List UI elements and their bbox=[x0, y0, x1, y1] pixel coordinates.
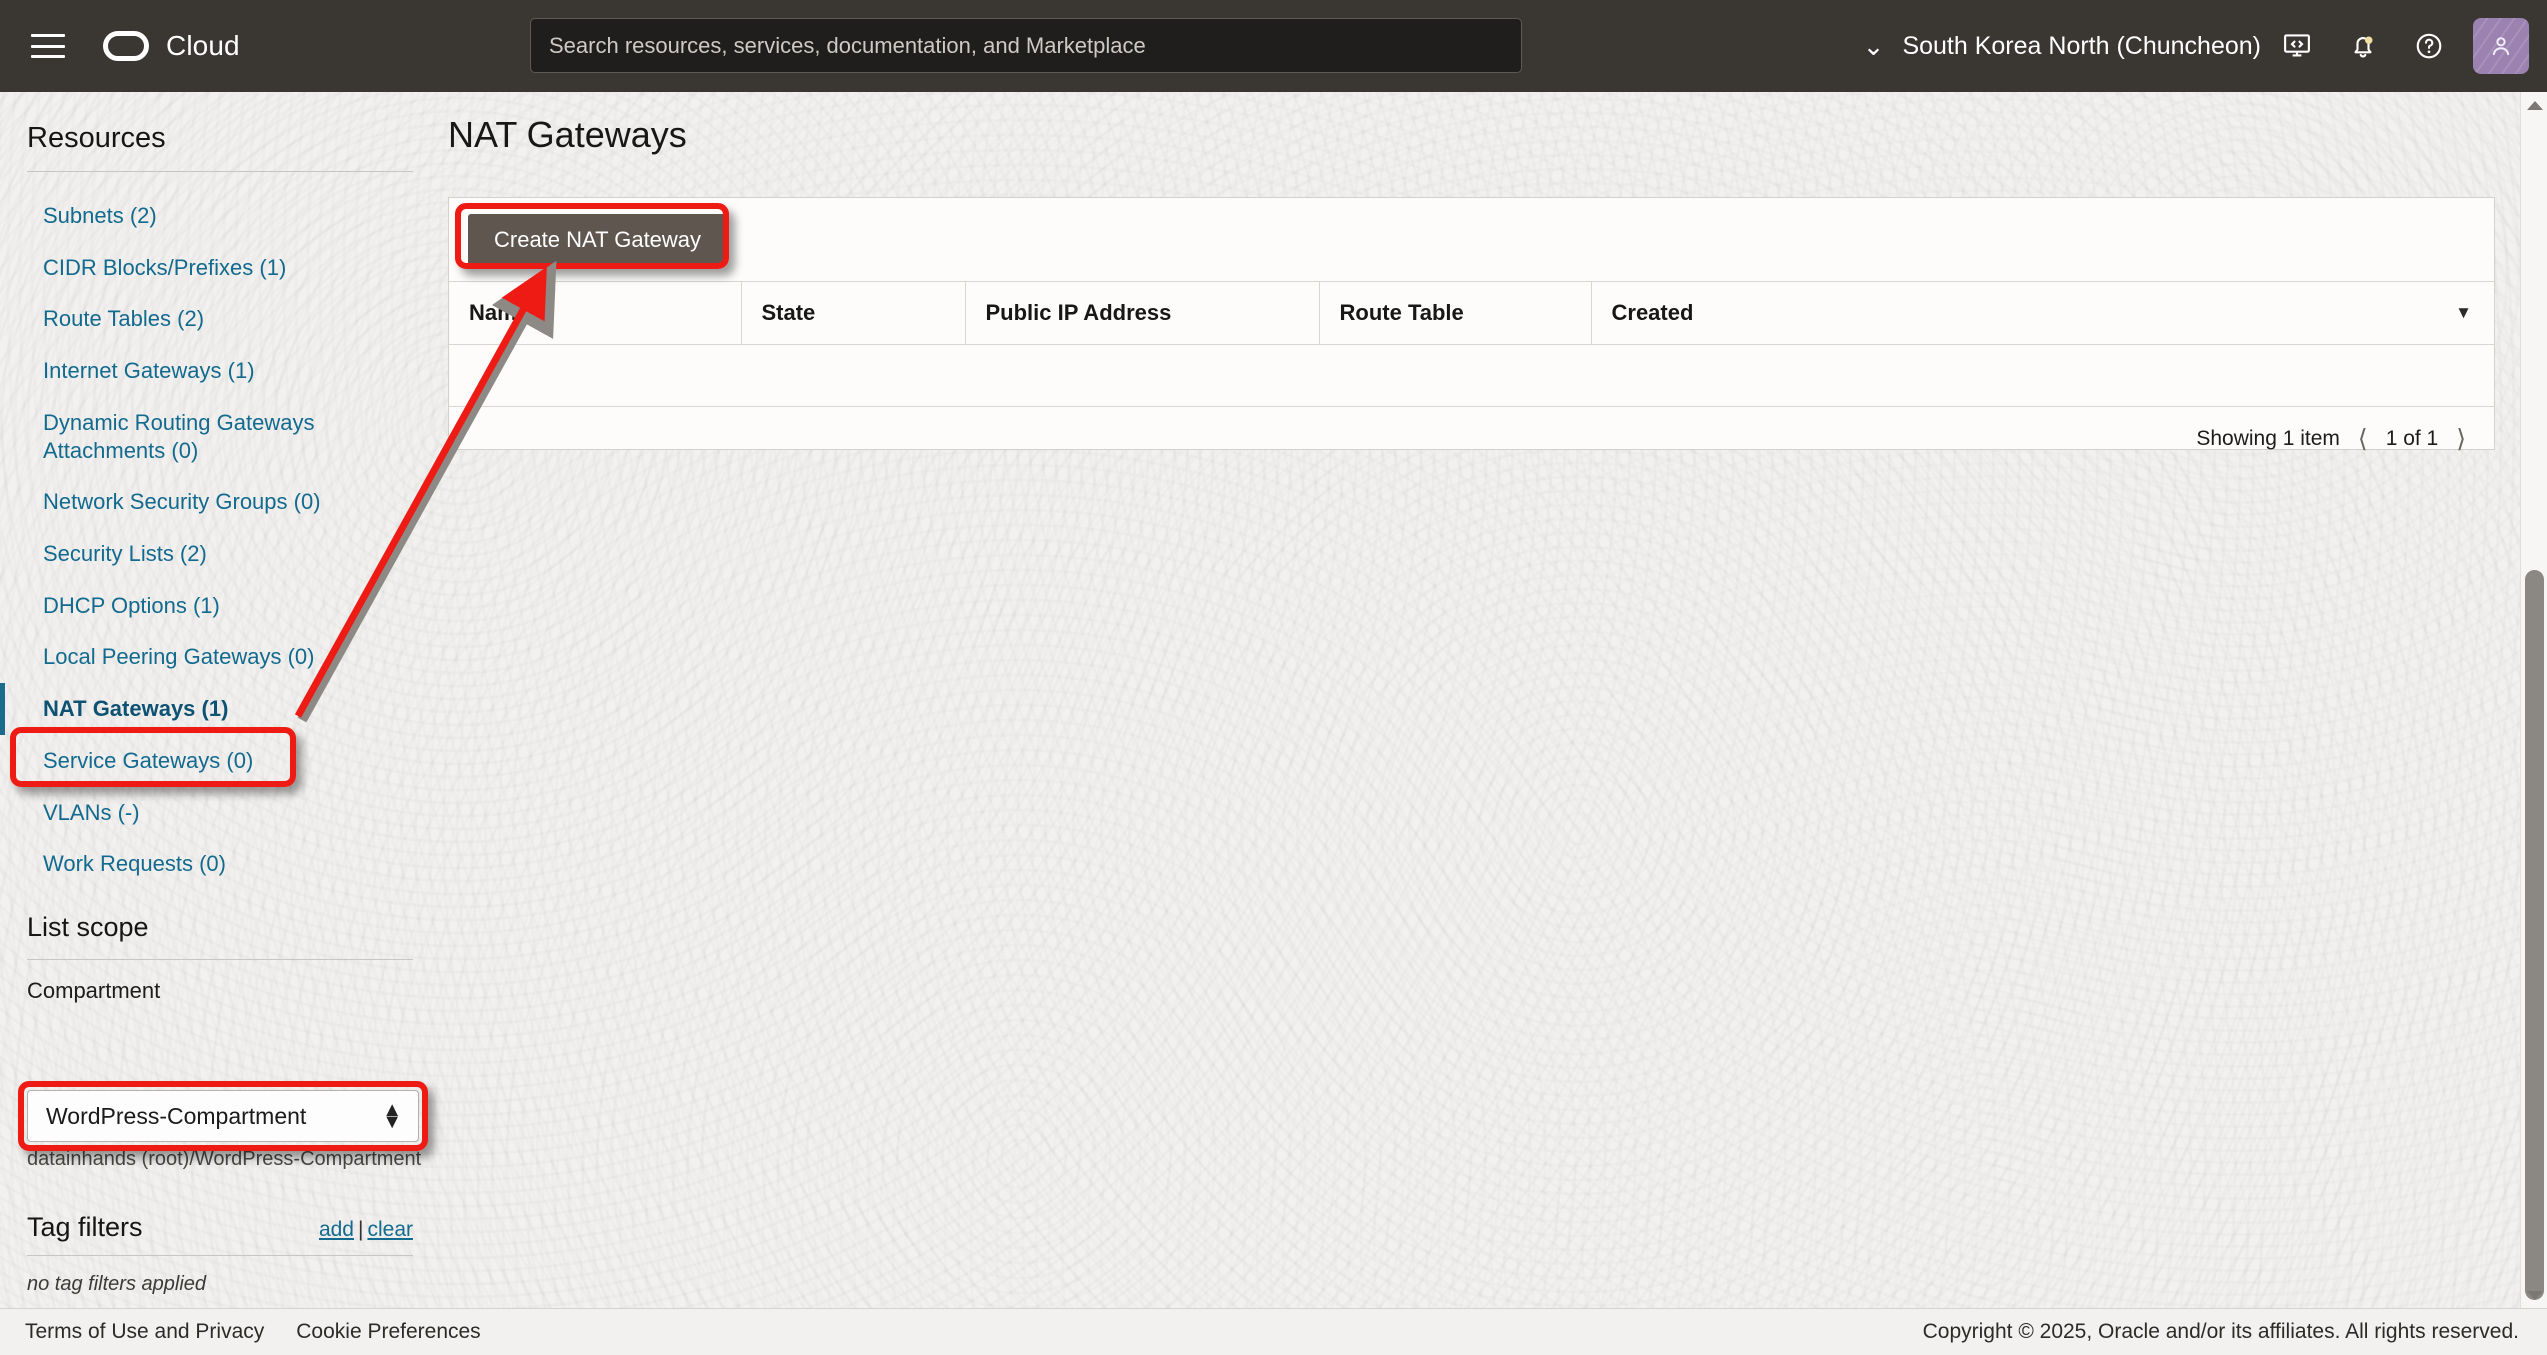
table-cell bbox=[449, 344, 741, 407]
hamburger-menu-icon[interactable] bbox=[31, 34, 65, 58]
sidebar-item-subnets-2[interactable]: Subnets (2) bbox=[0, 190, 440, 242]
list-scope-divider bbox=[27, 959, 413, 961]
cookie-preferences-link[interactable]: Cookie Preferences bbox=[296, 1320, 480, 1344]
table-cell bbox=[965, 344, 1319, 407]
page-footer: Terms of Use and Privacy Cookie Preferen… bbox=[0, 1308, 2547, 1355]
column-header-label: Name bbox=[469, 300, 529, 325]
scrollbar-thumb[interactable] bbox=[2525, 570, 2544, 1300]
nat-gateways-panel: Create NAT Gateway Name State Public IP Ad… bbox=[448, 197, 2495, 453]
oracle-logo-icon[interactable] bbox=[103, 31, 149, 61]
compartment-label: Compartment bbox=[27, 978, 161, 1004]
cloud-shell-icon[interactable] bbox=[2269, 0, 2325, 92]
column-header-route-table[interactable]: Route Table bbox=[1319, 281, 1592, 345]
pagination: Showing 1 item ⟨ 1 of 1 ⟩ bbox=[449, 407, 2494, 470]
sidebar-item-work-requests-0[interactable]: Work Requests (0) bbox=[0, 838, 440, 890]
column-header-state[interactable]: State bbox=[741, 281, 966, 345]
sidebar-divider bbox=[27, 171, 413, 172]
user-avatar-icon[interactable] bbox=[2473, 18, 2529, 74]
sidebar-item-route-tables-2[interactable]: Route Tables (2) bbox=[0, 293, 440, 345]
region-label: South Korea North (Chuncheon) bbox=[1902, 31, 2261, 60]
column-header-label: Route Table bbox=[1339, 300, 1464, 325]
column-header-name[interactable]: Name bbox=[449, 281, 742, 345]
list-scope-heading: List scope bbox=[27, 912, 149, 943]
chevron-right-icon[interactable]: ⟩ bbox=[2456, 424, 2466, 454]
resources-heading: Resources bbox=[27, 122, 166, 154]
triangle-up-icon[interactable] bbox=[2521, 92, 2547, 118]
panel-action-row: Create NAT Gateway bbox=[449, 198, 2494, 281]
resources-list: Subnets (2) CIDR Blocks/Prefixes (1) Route… bbox=[0, 190, 440, 890]
sidebar-item-dynamic-routing-gateways-attachments-0[interactable]: Dynamic Routing Gateways Attachments (0) bbox=[0, 397, 440, 476]
sidebar-item-service-gateways-0[interactable]: Service Gateways (0) bbox=[0, 735, 440, 787]
chevron-left-icon[interactable]: ⟨ bbox=[2358, 424, 2368, 454]
table-empty-row bbox=[449, 344, 2494, 407]
caret-down-icon[interactable]: ▼ bbox=[2455, 303, 2472, 323]
sidebar-item-dhcp-options-1[interactable]: DHCP Options (1) bbox=[0, 580, 440, 632]
help-circle-icon[interactable] bbox=[2401, 0, 2457, 92]
top-navigation-bar: Cloud Search resources, services, docume… bbox=[0, 0, 2547, 92]
search-placeholder: Search resources, services, documentatio… bbox=[549, 32, 1146, 58]
sidebar-item-cidr-blocks-prefixes-1[interactable]: CIDR Blocks/Prefixes (1) bbox=[0, 242, 440, 294]
column-header-created[interactable]: Created ▼ bbox=[1591, 281, 2494, 345]
left-sidebar: Resources Subnets (2) CIDR Blocks/Prefixe… bbox=[0, 92, 440, 1308]
triangle-down-icon[interactable] bbox=[2521, 1282, 2547, 1308]
sidebar-item-network-security-groups-0[interactable]: Network Security Groups (0) bbox=[0, 476, 440, 528]
column-header-label: Created bbox=[1611, 300, 1694, 325]
sidebar-item-internet-gateways-1[interactable]: Internet Gateways (1) bbox=[0, 345, 440, 397]
footer-links: Terms of Use and Privacy Cookie Preferen… bbox=[25, 1320, 481, 1344]
sidebar-item-vlans[interactable]: VLANs (-) bbox=[0, 787, 440, 839]
region-selector[interactable]: ⌄ South Korea North (Chuncheon) bbox=[1863, 0, 2261, 92]
copyright-text: Copyright © 2025, Oracle and/or its affi… bbox=[1922, 1320, 2519, 1343]
sidebar-item-local-peering-gateways-0[interactable]: Local Peering Gateways (0) bbox=[0, 631, 440, 683]
page-title: NAT Gateways bbox=[448, 114, 687, 155]
brand-label: Cloud bbox=[166, 30, 240, 61]
vertical-scrollbar[interactable] bbox=[2520, 92, 2547, 1308]
table-cell bbox=[1319, 344, 1591, 407]
create-nat-gateway-button[interactable]: Create NAT Gateway bbox=[468, 213, 728, 266]
nat-gateways-table: Name State Public IP Address Route Table Cre… bbox=[449, 281, 2494, 407]
search-input[interactable]: Search resources, services, documentatio… bbox=[530, 18, 1522, 73]
terms-of-use-link[interactable]: Terms of Use and Privacy bbox=[25, 1320, 264, 1344]
showing-count: Showing 1 item bbox=[2196, 426, 2340, 450]
table-cell bbox=[1591, 344, 2494, 407]
table-header-row: Name State Public IP Address Route Table Cre… bbox=[449, 281, 2494, 345]
sidebar-item-security-lists-2[interactable]: Security Lists (2) bbox=[0, 528, 440, 580]
column-header-public-ip-address[interactable]: Public IP Address bbox=[965, 281, 1320, 345]
bell-icon[interactable] bbox=[2335, 0, 2391, 92]
table-cell bbox=[741, 344, 965, 407]
chevron-down-icon: ⌄ bbox=[1862, 31, 1885, 61]
page-indicator: 1 of 1 bbox=[2385, 426, 2439, 450]
sidebar-item-nat-gateways-1[interactable]: NAT Gateways (1) bbox=[0, 683, 440, 735]
column-header-label: Public IP Address bbox=[985, 300, 1172, 325]
column-header-label: State bbox=[761, 300, 816, 325]
